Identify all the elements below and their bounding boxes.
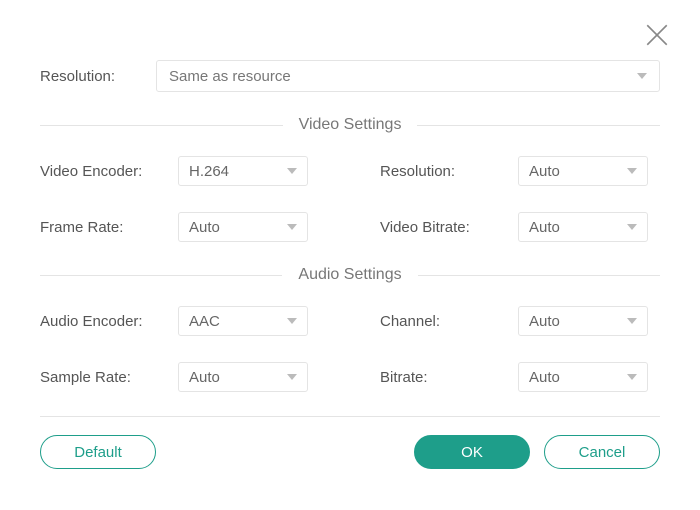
video-bitrate-value: Auto xyxy=(529,219,560,236)
video-resolution-select[interactable]: Auto xyxy=(518,156,648,186)
audio-section-header: Audio Settings xyxy=(40,266,660,284)
video-section-header: Video Settings xyxy=(40,116,660,134)
channel-field: Channel: Auto xyxy=(380,306,660,336)
frame-rate-label: Frame Rate: xyxy=(40,219,162,236)
chevron-down-icon xyxy=(627,318,637,324)
top-resolution-select[interactable]: Same as resource xyxy=(156,60,660,92)
video-settings-grid: Video Encoder: H.264 Resolution: Auto Fr… xyxy=(40,156,660,242)
close-icon xyxy=(644,22,670,48)
video-encoder-label: Video Encoder: xyxy=(40,163,162,180)
audio-bitrate-field: Bitrate: Auto xyxy=(380,362,660,392)
video-bitrate-label: Video Bitrate: xyxy=(380,219,502,236)
divider-line xyxy=(40,125,283,126)
frame-rate-select[interactable]: Auto xyxy=(178,212,308,242)
chevron-down-icon xyxy=(287,168,297,174)
audio-encoder-field: Audio Encoder: AAC xyxy=(40,306,320,336)
chevron-down-icon xyxy=(287,224,297,230)
video-bitrate-select[interactable]: Auto xyxy=(518,212,648,242)
audio-bitrate-label: Bitrate: xyxy=(380,369,502,386)
close-button[interactable] xyxy=(644,22,670,48)
frame-rate-value: Auto xyxy=(189,219,220,236)
footer-divider xyxy=(40,416,660,417)
top-resolution-value: Same as resource xyxy=(169,68,291,85)
top-resolution-row: Resolution: Same as resource xyxy=(40,60,660,92)
video-bitrate-field: Video Bitrate: Auto xyxy=(380,212,660,242)
default-button[interactable]: Default xyxy=(40,435,156,469)
video-encoder-select[interactable]: H.264 xyxy=(178,156,308,186)
video-section-title: Video Settings xyxy=(283,116,418,134)
video-encoder-field: Video Encoder: H.264 xyxy=(40,156,320,186)
divider-line xyxy=(418,275,660,276)
dialog-footer: Default OK Cancel xyxy=(40,435,660,469)
channel-select[interactable]: Auto xyxy=(518,306,648,336)
chevron-down-icon xyxy=(627,224,637,230)
frame-rate-field: Frame Rate: Auto xyxy=(40,212,320,242)
settings-dialog: Resolution: Same as resource Video Setti… xyxy=(0,0,700,489)
divider-line xyxy=(40,275,282,276)
sample-rate-select[interactable]: Auto xyxy=(178,362,308,392)
audio-bitrate-value: Auto xyxy=(529,369,560,386)
divider-line xyxy=(417,125,660,126)
audio-settings-grid: Audio Encoder: AAC Channel: Auto Sample … xyxy=(40,306,660,392)
audio-encoder-select[interactable]: AAC xyxy=(178,306,308,336)
channel-value: Auto xyxy=(529,313,560,330)
video-resolution-value: Auto xyxy=(529,163,560,180)
audio-bitrate-select[interactable]: Auto xyxy=(518,362,648,392)
video-resolution-label: Resolution: xyxy=(380,163,502,180)
audio-section-title: Audio Settings xyxy=(282,266,417,284)
sample-rate-field: Sample Rate: Auto xyxy=(40,362,320,392)
chevron-down-icon xyxy=(627,374,637,380)
video-encoder-value: H.264 xyxy=(189,163,229,180)
audio-encoder-label: Audio Encoder: xyxy=(40,313,162,330)
chevron-down-icon xyxy=(627,168,637,174)
ok-button[interactable]: OK xyxy=(414,435,530,469)
cancel-button[interactable]: Cancel xyxy=(544,435,660,469)
chevron-down-icon xyxy=(287,374,297,380)
video-resolution-field: Resolution: Auto xyxy=(380,156,660,186)
sample-rate-label: Sample Rate: xyxy=(40,369,162,386)
sample-rate-value: Auto xyxy=(189,369,220,386)
channel-label: Channel: xyxy=(380,313,502,330)
top-resolution-label: Resolution: xyxy=(40,68,140,85)
chevron-down-icon xyxy=(287,318,297,324)
chevron-down-icon xyxy=(637,73,647,79)
audio-encoder-value: AAC xyxy=(189,313,220,330)
